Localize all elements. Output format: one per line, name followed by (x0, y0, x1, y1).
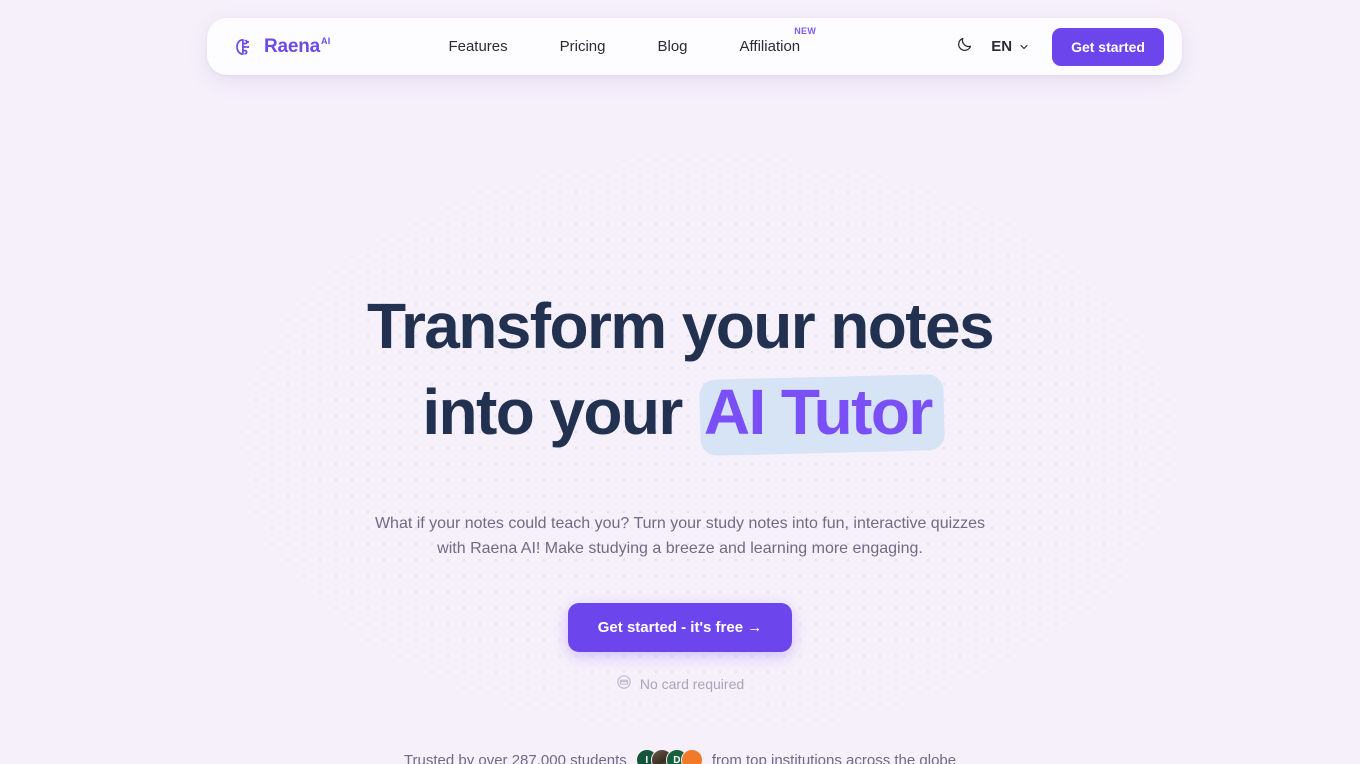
card-icon (616, 674, 632, 693)
hero-section: Transform your notes into your AI Tutor … (0, 0, 1360, 764)
hero-title-line-2: into your AI Tutor (0, 369, 1360, 456)
hero-title-highlight-text: AI Tutor (703, 376, 933, 448)
hero-title-highlight: AI Tutor (698, 369, 945, 456)
avatar (680, 749, 703, 764)
page-root: RaenaAI Features Pricing Blog Affiliatio… (0, 0, 1360, 764)
hero-cta-wrapper: Get started - it's free → (0, 603, 1360, 652)
trusted-by-line: Trusted by over 287,000 students I D fro… (0, 749, 1360, 764)
hero-title-line-1: Transform your notes (367, 290, 995, 362)
avatar-group: I D (635, 749, 703, 764)
no-card-required-label: No card required (639, 675, 745, 692)
hero-subtitle: What if your notes could teach you? Turn… (374, 515, 986, 557)
trusted-suffix: from top institutions across the globe (711, 751, 957, 764)
no-card-required-note: No card required (0, 674, 1360, 693)
page-title: Transform your notes into your AI Tutor (0, 283, 1360, 456)
trusted-prefix: Trusted by over 287,000 students (403, 751, 627, 764)
avatar-initial: I (645, 754, 649, 764)
hero-title-prefix: into your (422, 376, 698, 448)
hero-get-started-button[interactable]: Get started - it's free → (567, 603, 793, 652)
avatar-initial: D (673, 754, 681, 764)
